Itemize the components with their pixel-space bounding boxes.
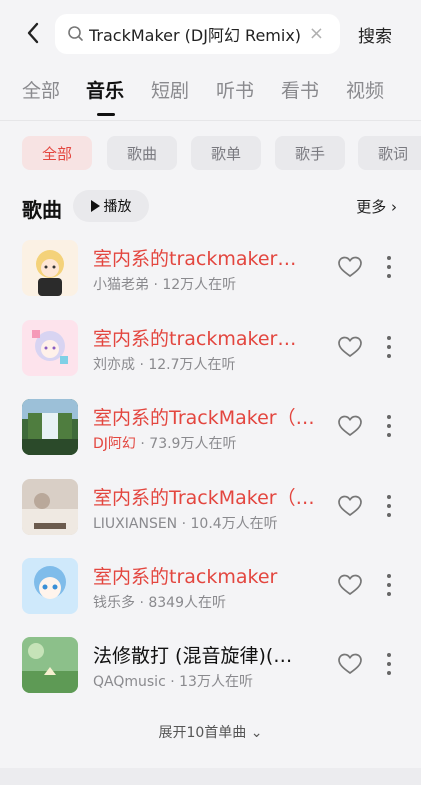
song-title: 法修散打 (混音旋律)(…	[93, 645, 293, 667]
clear-icon[interactable]: ×	[309, 24, 324, 44]
heart-icon[interactable]	[337, 414, 363, 438]
song-listeners: 13万人在听	[179, 674, 253, 690]
chip-artists[interactable]: 歌手	[275, 136, 345, 170]
search-button[interactable]: 搜索	[358, 22, 392, 47]
more-options-icon[interactable]	[383, 574, 395, 596]
song-artist: LIUXIANSEN	[93, 516, 178, 532]
heart-icon[interactable]	[337, 335, 363, 359]
chip-all[interactable]: 全部	[22, 136, 92, 170]
search-input[interactable]: TrackMaker (DJ阿幻 Remix) ×	[55, 14, 340, 54]
song-row[interactable]: 法修散打 (混音旋律)(… QAQmusic · 13万人在听	[0, 637, 421, 703]
more-label: 更多	[356, 198, 387, 216]
song-listeners: 12万人在听	[162, 277, 237, 293]
tab-all[interactable]: 全部	[22, 76, 60, 103]
heart-icon[interactable]	[337, 652, 363, 676]
cover-image	[22, 240, 78, 296]
cover-image	[22, 637, 78, 693]
chip-lyrics[interactable]: 歌词	[358, 136, 421, 170]
play-icon	[90, 200, 100, 212]
heart-icon[interactable]	[337, 573, 363, 597]
play-all-button[interactable]: 播放	[73, 190, 149, 222]
songs-section-header: 歌曲 播放 更多 ›	[0, 188, 421, 224]
song-meta: LIUXIANSEN · 10.4万人在听	[93, 516, 278, 532]
tab-audiobook[interactable]: 听书	[216, 76, 254, 103]
play-all-label: 播放	[103, 199, 132, 215]
cover-image	[22, 399, 78, 455]
tab-music[interactable]: 音乐	[86, 76, 124, 103]
more-button[interactable]: 更多 ›	[356, 196, 397, 217]
song-listeners: 8349人在听	[148, 595, 226, 611]
tab-books[interactable]: 看书	[281, 76, 319, 103]
song-meta: QAQmusic · 13万人在听	[93, 674, 253, 690]
song-title: 室内系的TrackMaker（翻唱）	[93, 487, 315, 509]
chip-songs[interactable]: 歌曲	[107, 136, 177, 170]
cover-image	[22, 558, 78, 614]
chip-playlists[interactable]: 歌单	[191, 136, 261, 170]
expand-label: 展开10首单曲	[158, 725, 247, 741]
heart-icon[interactable]	[337, 255, 363, 279]
song-listeners: 12.7万人在听	[148, 357, 236, 373]
song-artist: 钱乐多	[93, 595, 135, 611]
song-row[interactable]: 室内系的TrackMaker（翻唱） LIUXIANSEN · 10.4万人在听	[0, 479, 421, 545]
expand-songs-button[interactable]: 展开10首单曲 ⌄	[0, 722, 421, 742]
song-meta: DJ阿幻 · 73.9万人在听	[93, 436, 237, 452]
song-title: 室内系的trackmaker（翻唱）	[93, 328, 315, 350]
more-options-icon[interactable]	[383, 653, 395, 675]
section-title: 歌曲	[22, 198, 62, 222]
song-meta: 钱乐多 · 8349人在听	[93, 595, 226, 611]
section-divider	[0, 768, 421, 785]
song-title: 室内系的trackmaker（翻唱）	[93, 248, 315, 270]
song-artist: 刘亦成	[93, 357, 135, 373]
song-title: 室内系的TrackMaker（DJ阿幻）	[93, 407, 315, 429]
top-bar: TrackMaker (DJ阿幻 Remix) × 搜索	[0, 0, 421, 66]
more-options-icon[interactable]	[383, 495, 395, 517]
cover-image	[22, 320, 78, 376]
song-artist: QAQmusic	[93, 674, 166, 690]
song-row[interactable]: 室内系的TrackMaker（DJ阿幻） DJ阿幻 · 73.9万人在听	[0, 399, 421, 465]
heart-icon[interactable]	[337, 494, 363, 518]
more-options-icon[interactable]	[383, 336, 395, 358]
back-arrow-icon[interactable]	[22, 22, 44, 44]
song-row[interactable]: 室内系的trackmaker（翻唱） 小猫老弟 · 12万人在听	[0, 240, 421, 306]
more-options-icon[interactable]	[383, 415, 395, 437]
cover-image	[22, 479, 78, 535]
active-tab-indicator	[97, 113, 115, 116]
tab-video[interactable]: 视频	[346, 76, 384, 103]
song-meta: 刘亦成 · 12.7万人在听	[93, 357, 236, 373]
more-options-icon[interactable]	[383, 256, 395, 278]
category-tabs: 全部 音乐 短剧 听书 看书 视频	[0, 72, 421, 114]
song-row[interactable]: 室内系的trackmaker（翻唱） 刘亦成 · 12.7万人在听	[0, 320, 421, 386]
tab-short-drama[interactable]: 短剧	[151, 76, 189, 103]
divider	[0, 120, 421, 121]
filter-chips: 全部 歌曲 歌单 歌手 歌词	[0, 136, 421, 170]
song-artist: 小猫老弟	[93, 277, 149, 293]
search-query-text: TrackMaker (DJ阿幻 Remix)	[89, 26, 302, 45]
song-listeners: 73.9万人在听	[149, 436, 237, 452]
song-artist: DJ阿幻	[93, 436, 136, 452]
song-listeners: 10.4万人在听	[190, 516, 278, 532]
song-row[interactable]: 室内系的trackmaker 钱乐多 · 8349人在听	[0, 558, 421, 624]
song-title: 室内系的trackmaker	[93, 566, 278, 588]
song-meta: 小猫老弟 · 12万人在听	[93, 277, 237, 293]
search-icon	[68, 26, 83, 41]
